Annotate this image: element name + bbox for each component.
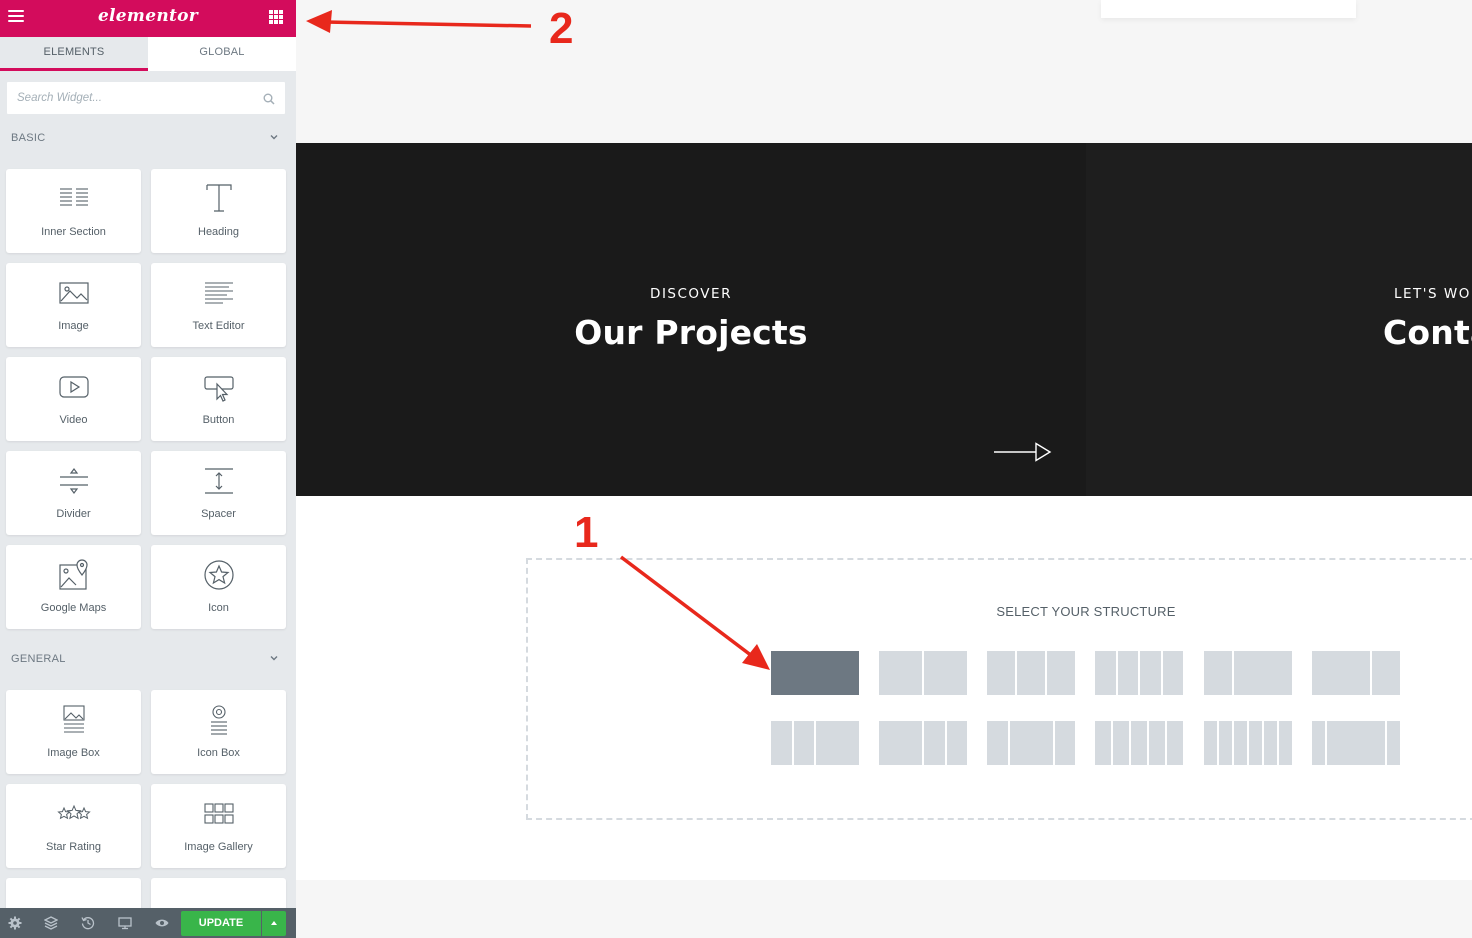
widget-label: Image Gallery — [184, 841, 253, 853]
update-button[interactable]: UPDATE — [181, 911, 261, 936]
structure-preset-16-66-16[interactable] — [1312, 721, 1400, 765]
widget-icon[interactable]: Icon — [151, 545, 286, 629]
category-general-title: GENERAL — [11, 653, 66, 665]
category-general-header[interactable]: GENERAL — [11, 653, 283, 669]
widget-label: Divider — [56, 508, 91, 520]
widget-text-editor[interactable]: Text Editor — [151, 263, 286, 347]
widget-star-rating[interactable]: Star Rating — [6, 784, 141, 868]
annotation-number-1: 1 — [574, 508, 599, 557]
navigator-layers-icon[interactable] — [44, 916, 58, 930]
top-white-card — [1101, 0, 1356, 18]
chevron-down-icon — [270, 135, 278, 140]
tab-elements[interactable]: ELEMENTS — [0, 37, 148, 71]
history-icon[interactable] — [81, 916, 95, 930]
preview-eye-icon[interactable] — [155, 916, 169, 930]
widget-video[interactable]: Video — [6, 357, 141, 441]
widget-label: Text Editor — [192, 320, 245, 332]
video-play-icon — [58, 376, 89, 398]
structure-preset-66-33[interactable] — [1312, 651, 1400, 695]
widget-image-box[interactable]: Image Box — [6, 690, 141, 774]
structure-preset-2col[interactable] — [879, 651, 967, 695]
search-widget-input[interactable] — [7, 82, 247, 114]
star-rating-icon — [56, 804, 91, 820]
settings-gear-icon[interactable] — [8, 916, 22, 930]
chevron-down-icon — [270, 656, 278, 661]
widget-label: Button — [202, 414, 235, 426]
structure-preset-3col[interactable] — [987, 651, 1075, 695]
heading-icon — [205, 184, 232, 212]
image-box-icon — [62, 705, 85, 733]
structure-preset-6col[interactable] — [1204, 721, 1292, 765]
widget-spacer[interactable]: Spacer — [151, 451, 286, 535]
widgets-grid-icon[interactable] — [269, 10, 283, 24]
widget-label: Spacer — [201, 508, 236, 520]
responsive-desktop-icon[interactable] — [118, 916, 132, 930]
inner-section-icon — [59, 188, 88, 206]
image-icon — [58, 282, 89, 304]
star-circle-icon — [203, 560, 234, 590]
new-section-area: SELECT YOUR STRUCTURE — [296, 496, 1472, 880]
widget-label: Heading — [198, 226, 239, 238]
widget-inner-section[interactable]: Inner Section — [6, 169, 141, 253]
structure-preset-33-66[interactable] — [1204, 651, 1292, 695]
arrow-right-icon[interactable] — [994, 442, 1052, 462]
widget-label: Google Maps — [40, 602, 107, 614]
text-editor-icon — [204, 282, 233, 304]
panel-tabs: ELEMENTS GLOBAL — [0, 37, 296, 71]
dark-section: DISCOVER Our Projects LET'S WOR Conta — [296, 143, 1472, 496]
widget-icon-box[interactable]: Icon Box — [151, 690, 286, 774]
widget-label: Image Box — [47, 747, 100, 759]
projects-heading: Our Projects — [574, 313, 808, 352]
button-cursor-icon — [203, 376, 234, 402]
widget-label: Icon — [208, 602, 229, 614]
save-options-button[interactable] — [262, 911, 286, 936]
widget-google-maps[interactable]: Google Maps — [6, 545, 141, 629]
spacer-icon — [204, 468, 233, 494]
structure-preset-5col[interactable] — [1095, 721, 1183, 765]
widget-heading[interactable]: Heading — [151, 169, 286, 253]
icon-box-icon — [210, 705, 227, 735]
annotation-arrow-2 — [306, 10, 532, 33]
editor-panel: elementor ELEMENTS GLOBAL BASIC Inner Se… — [0, 0, 296, 938]
search-box — [6, 81, 286, 115]
structure-dropzone: SELECT YOUR STRUCTURE — [526, 558, 1472, 820]
widget-label: Image — [58, 320, 89, 332]
divider-icon — [59, 468, 88, 494]
structure-preset-1col[interactable] — [771, 651, 859, 695]
projects-kicker: DISCOVER — [650, 286, 732, 302]
structure-preset-25-25-50[interactable] — [771, 721, 859, 765]
widget-label: Video — [59, 414, 88, 426]
google-maps-icon — [58, 559, 88, 590]
image-gallery-icon — [203, 803, 234, 824]
tab-global[interactable]: GLOBAL — [148, 37, 296, 71]
contact-heading: Conta — [1383, 313, 1472, 352]
structure-preset-50-25-25[interactable] — [879, 721, 967, 765]
elementor-logo: elementor — [97, 6, 199, 26]
widget-divider[interactable]: Divider — [6, 451, 141, 535]
structure-preset-25-50-25[interactable] — [987, 721, 1075, 765]
category-basic-title: BASIC — [11, 132, 46, 144]
panel-header: elementor — [0, 0, 296, 37]
search-icon[interactable] — [263, 93, 275, 105]
contact-kicker: LET'S WOR — [1394, 286, 1472, 302]
widget-image-gallery[interactable]: Image Gallery — [151, 784, 286, 868]
structure-preset-4col[interactable] — [1095, 651, 1183, 695]
widget-label: Inner Section — [41, 226, 106, 238]
widget-label: Icon Box — [197, 747, 240, 759]
annotation-number-2: 2 — [549, 4, 574, 53]
select-structure-title: SELECT YOUR STRUCTURE — [996, 604, 1176, 619]
panel-footer: UPDATE — [0, 908, 296, 938]
category-basic-header[interactable]: BASIC — [11, 132, 283, 148]
widget-label: Star Rating — [45, 841, 102, 853]
widget-image[interactable]: Image — [6, 263, 141, 347]
widget-button[interactable]: Button — [151, 357, 286, 441]
